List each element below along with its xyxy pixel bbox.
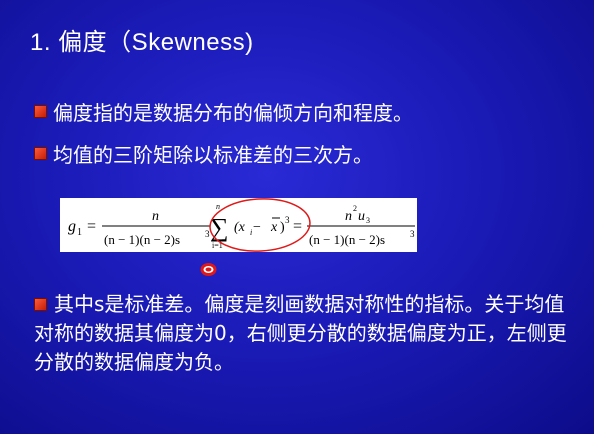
bullet-item-1: 偏度指的是数据分布的偏倾方向和程度。 [34, 97, 413, 126]
bullet-square-icon [34, 298, 47, 311]
formula-den-2-sup: 3 [410, 229, 415, 239]
term-sup: 3 [285, 215, 290, 225]
explanation-paragraph: 其中s是标准差。偏度是刻画数据对称性的指标。关于均值对称的数据其偏度为0，右侧更… [34, 290, 574, 377]
skewness-formula: g 1 = n (n − 1)(n − 2)s 3 n ∑ i=1 (x i −… [60, 198, 417, 252]
term-sub: i [250, 228, 252, 237]
formula-eq-1: = [87, 218, 96, 235]
formula-eq-2: = [293, 218, 302, 235]
formula-num-2-u: u [358, 209, 365, 224]
formula-lhs: g [68, 218, 76, 235]
bullet-item-2: 均值的三阶矩除以标准差的三次方。 [34, 139, 373, 168]
term-minus: − [253, 220, 261, 235]
red-dot-marker-icon [200, 262, 217, 277]
formula-den-1: (n − 1)(n − 2)s [104, 232, 180, 247]
term-xbar: x [270, 220, 278, 235]
term-open: (x [234, 220, 246, 235]
formula-num-2-sup: 2 [353, 204, 357, 213]
bullet-square-icon [34, 147, 47, 160]
formula-num-2: n [345, 209, 352, 224]
sum-upper-limit: n [216, 202, 220, 211]
slide-title: 1. 偏度（Skewness) [30, 29, 254, 56]
formula-lhs-sub: 1 [77, 227, 82, 238]
bullet-text-1: 偏度指的是数据分布的偏倾方向和程度。 [53, 101, 413, 125]
bullet-text-2: 均值的三阶矩除以标准差的三次方。 [53, 143, 373, 167]
bullet-square-icon [34, 105, 47, 118]
explanation-text: 其中s是标准差。偏度是刻画数据对称性的指标。关于均值对称的数据其偏度为0，右侧更… [34, 292, 567, 374]
formula-den-2: (n − 1)(n − 2)s [309, 232, 385, 247]
formula-num-2-u-sub: 3 [366, 216, 370, 225]
formula-num-1: n [152, 209, 159, 224]
